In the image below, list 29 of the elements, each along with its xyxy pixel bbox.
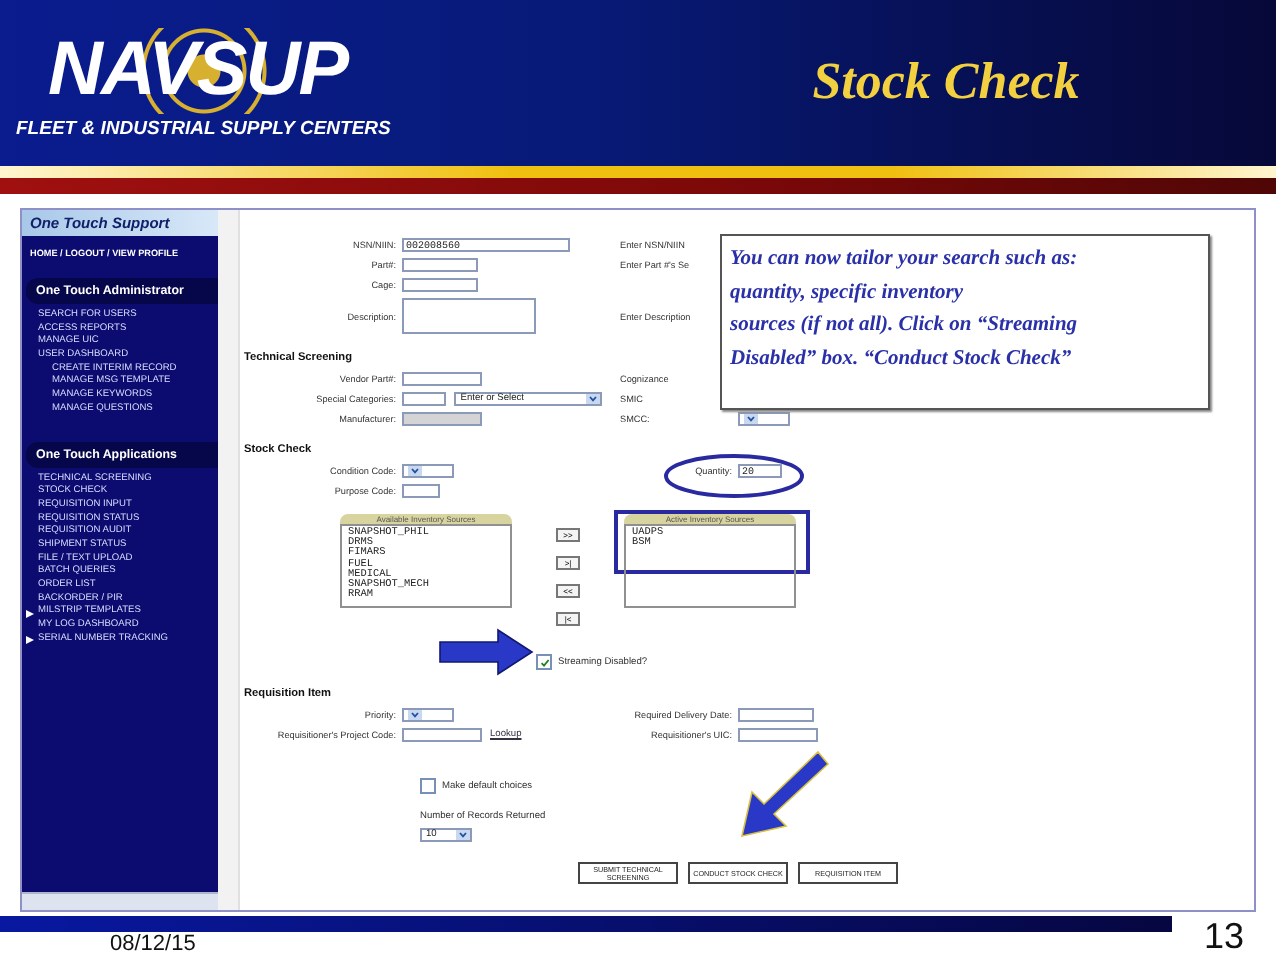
text-area[interactable] xyxy=(402,298,536,334)
dropdown-arrow-icon xyxy=(744,414,758,424)
text-field[interactable] xyxy=(738,728,818,742)
page-number: 13 xyxy=(1203,916,1245,956)
expand-arrow-icon[interactable] xyxy=(26,636,34,645)
dropdown[interactable] xyxy=(402,708,454,722)
text-field[interactable] xyxy=(402,484,440,498)
text-field[interactable] xyxy=(402,372,482,386)
highlight-ellipse xyxy=(662,452,806,500)
dropdown[interactable] xyxy=(738,412,790,426)
text-field[interactable] xyxy=(402,728,482,742)
callout-note: You can now tailor your search such as: quantity, specific inventory sources (if not all). Click on “Streaming Disabled” box. “Conduct Stock Check” xyxy=(720,234,1210,410)
dropdown-arrow-icon xyxy=(456,830,470,840)
dropdown[interactable] xyxy=(402,464,454,478)
text-field[interactable] xyxy=(402,278,478,292)
slide-title: Stock Check xyxy=(812,52,1080,112)
dropdown-arrow-icon xyxy=(408,710,422,720)
checkbox[interactable] xyxy=(420,778,436,794)
pointer-arrow xyxy=(438,628,534,676)
pointer-arrow xyxy=(738,750,830,838)
text-field[interactable] xyxy=(402,392,447,406)
tagline: FLEET & INDUSTRIAL SUPPLY CENTERS xyxy=(16,118,393,140)
dropdown-arrow-icon xyxy=(586,394,600,404)
checkbox[interactable] xyxy=(536,654,552,670)
expand-arrow-icon[interactable] xyxy=(26,609,34,618)
dropdown-arrow-icon xyxy=(408,466,422,476)
text-field[interactable] xyxy=(738,708,814,722)
text-field[interactable] xyxy=(402,258,478,272)
slide-date: 08/12/15 xyxy=(110,932,198,956)
